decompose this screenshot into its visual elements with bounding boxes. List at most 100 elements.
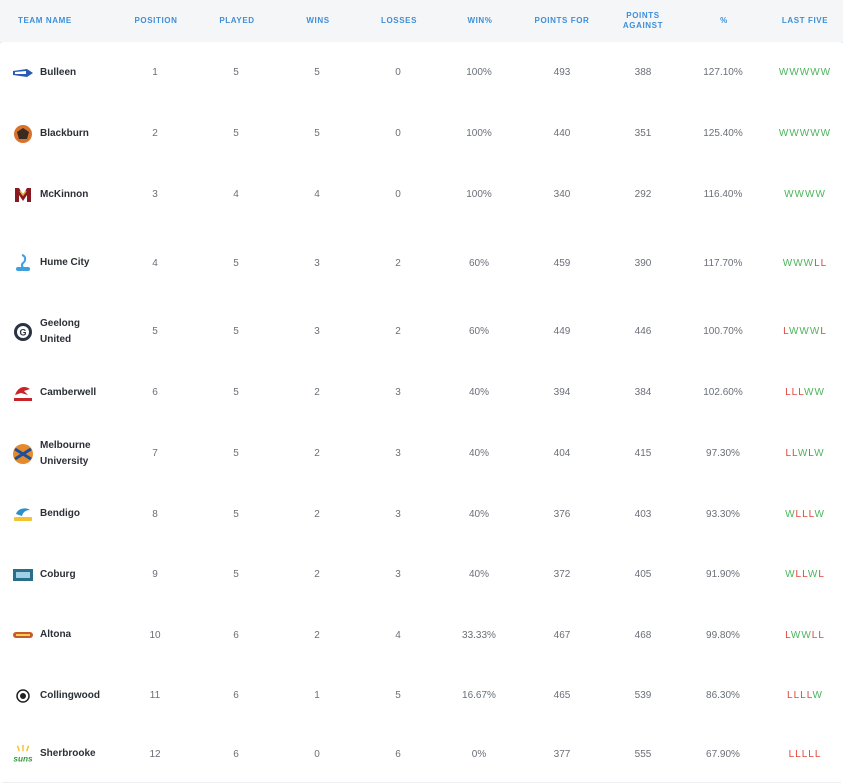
last-five-results: WWWWW <box>779 128 831 139</box>
wins-cell: 5 <box>314 128 320 139</box>
loss-mark: L <box>818 569 825 580</box>
position-cell: 10 <box>149 629 161 641</box>
team-name[interactable]: Bendigo <box>40 506 110 522</box>
team-cell[interactable]: Coburg <box>12 544 132 605</box>
points-for-cell: 467 <box>553 629 571 641</box>
last-five-results: LLWLW <box>785 448 824 459</box>
team-name[interactable]: Hume City <box>40 255 110 271</box>
last-five-results: WWWWW <box>779 67 831 78</box>
team-cell[interactable]: Hume City <box>12 225 132 301</box>
table-row[interactable]: Melbourne University 7 5 2 3 40% 404 415 97.30% L… <box>2 423 841 485</box>
team-cell[interactable]: Bulleen <box>12 42 132 103</box>
loss-mark: L <box>820 257 828 269</box>
team-name[interactable]: McKinnon <box>40 187 110 203</box>
played-cell: 5 <box>233 326 239 337</box>
win-mark: W <box>797 448 809 459</box>
win-pct-cell: 40% <box>468 387 489 398</box>
win-mark: W <box>790 629 802 641</box>
header-win-pct[interactable]: WIN% <box>448 0 512 42</box>
team-name[interactable]: Geelong United <box>40 316 110 348</box>
win-mark: W <box>793 257 804 269</box>
table-row[interactable]: Coburg 9 5 2 3 40% 372 405 91.90% WLLWL <box>2 544 841 606</box>
played-cell: 5 <box>233 387 239 398</box>
team-name[interactable]: Altona <box>40 627 110 643</box>
played-cell: 5 <box>233 569 239 580</box>
loss-mark: L <box>818 629 825 641</box>
points-for-cell: 377 <box>553 748 571 760</box>
team-name[interactable]: Coburg <box>40 567 110 583</box>
wins-cell: 3 <box>314 257 320 269</box>
win-mark: W <box>789 128 800 139</box>
percentage-cell: 117.70% <box>703 257 743 269</box>
wins-cell: 2 <box>314 629 320 641</box>
table-row[interactable]: Bendigo 8 5 2 3 40% 376 403 93.30% WLLLW <box>2 484 841 545</box>
table-row[interactable]: Bulleen 1 5 5 0 100% 493 388 127.10% WWWWW <box>2 42 841 104</box>
team-cell[interactable]: Collingwood <box>12 665 132 726</box>
team-cell[interactable]: Melbourne University <box>12 423 132 484</box>
header-position[interactable]: POSITION <box>124 0 188 42</box>
position-cell: 6 <box>152 387 158 398</box>
header-played[interactable]: PLAYED <box>205 0 269 42</box>
wins-cell: 2 <box>314 508 320 520</box>
header-wins[interactable]: WINS <box>286 0 350 42</box>
wins-cell: 1 <box>314 690 320 701</box>
position-cell: 5 <box>152 326 158 337</box>
team-name[interactable]: Blackburn <box>40 126 110 142</box>
table-row[interactable]: Collingwood 11 6 1 5 16.67% 465 539 86.30% LLLLW <box>2 665 841 727</box>
win-pct-cell: 60% <box>468 257 489 269</box>
last-five-cell: WWWW <box>770 164 840 225</box>
losses-cell: 3 <box>395 387 401 398</box>
team-name[interactable]: Bulleen <box>40 65 110 81</box>
last-five-cell: WLLLW <box>770 484 840 544</box>
header-team-name[interactable]: TEAM NAME <box>18 0 108 42</box>
played-cell: 5 <box>233 508 239 520</box>
team-cell[interactable]: Altona <box>12 605 132 665</box>
last-five-cell: WWWLL <box>770 225 840 301</box>
win-mark: W <box>785 569 796 580</box>
last-five-cell: LLLWW <box>770 362 840 423</box>
header-points-for[interactable]: POINTS FOR <box>524 0 600 42</box>
win-pct-cell: 16.67% <box>462 690 496 701</box>
table-row[interactable]: Blackburn 2 5 5 0 100% 440 351 125.40% WWWWW <box>2 103 841 165</box>
team-name[interactable]: Collingwood <box>40 688 110 704</box>
win-mark: W <box>789 67 800 78</box>
last-five-cell: LWWLL <box>770 605 840 665</box>
team-cell[interactable]: Blackburn <box>12 103 132 164</box>
table-row[interactable]: Camberwell 6 5 2 3 40% 394 384 102.60% LLLWW <box>2 362 841 424</box>
losses-cell: 2 <box>395 257 401 269</box>
last-five-results: WWWLL <box>783 258 827 269</box>
team-cell[interactable]: Bendigo <box>12 484 132 544</box>
collingwood-logo <box>12 685 34 707</box>
header-points-against[interactable]: POINTS AGAINST <box>610 0 676 42</box>
last-five-results: LLLWW <box>785 387 825 398</box>
team-cell[interactable]: G Geelong United <box>12 301 132 362</box>
last-five-cell: LLLLW <box>770 665 840 726</box>
position-cell: 9 <box>152 569 158 580</box>
last-five-results: LLLLL <box>789 749 822 760</box>
win-mark: W <box>815 189 826 200</box>
wins-cell: 4 <box>314 189 320 200</box>
table-row[interactable]: McKinnon 3 4 4 0 100% 340 292 116.40% WWWW <box>2 164 841 226</box>
camberwell-logo <box>12 382 34 404</box>
header-last-five[interactable]: LAST FIVE <box>770 0 840 42</box>
points-for-cell: 376 <box>553 508 571 520</box>
played-cell: 6 <box>233 690 239 701</box>
team-cell[interactable]: suns Sherbrooke <box>12 726 132 782</box>
team-cell[interactable]: McKinnon <box>12 164 132 225</box>
team-name[interactable]: Melbourne University <box>40 438 110 470</box>
header-losses[interactable]: LOSSES <box>367 0 431 42</box>
header-percentage[interactable]: % <box>692 0 756 42</box>
table-row[interactable]: Altona 10 6 2 4 33.33% 467 468 99.80% LWWLL <box>2 605 841 666</box>
percentage-cell: 100.70% <box>703 326 743 337</box>
win-mark: W <box>799 326 810 337</box>
losses-cell: 3 <box>395 448 401 459</box>
table-row[interactable]: Hume City 4 5 3 2 60% 459 390 117.70% WWWLL <box>2 225 841 302</box>
wins-cell: 5 <box>314 67 320 78</box>
team-cell[interactable]: Camberwell <box>12 362 132 423</box>
team-name[interactable]: Sherbrooke <box>40 746 110 762</box>
played-cell: 6 <box>233 629 239 641</box>
team-name[interactable]: Camberwell <box>40 385 110 401</box>
table-row[interactable]: G Geelong United 5 5 3 2 60% 449 446 100.70% LWWWL <box>2 301 841 363</box>
table-row[interactable]: suns Sherbrooke 12 6 0 6 0% 377 555 67.90% LLLLL <box>2 726 841 783</box>
points-against-cell: 555 <box>634 748 652 760</box>
